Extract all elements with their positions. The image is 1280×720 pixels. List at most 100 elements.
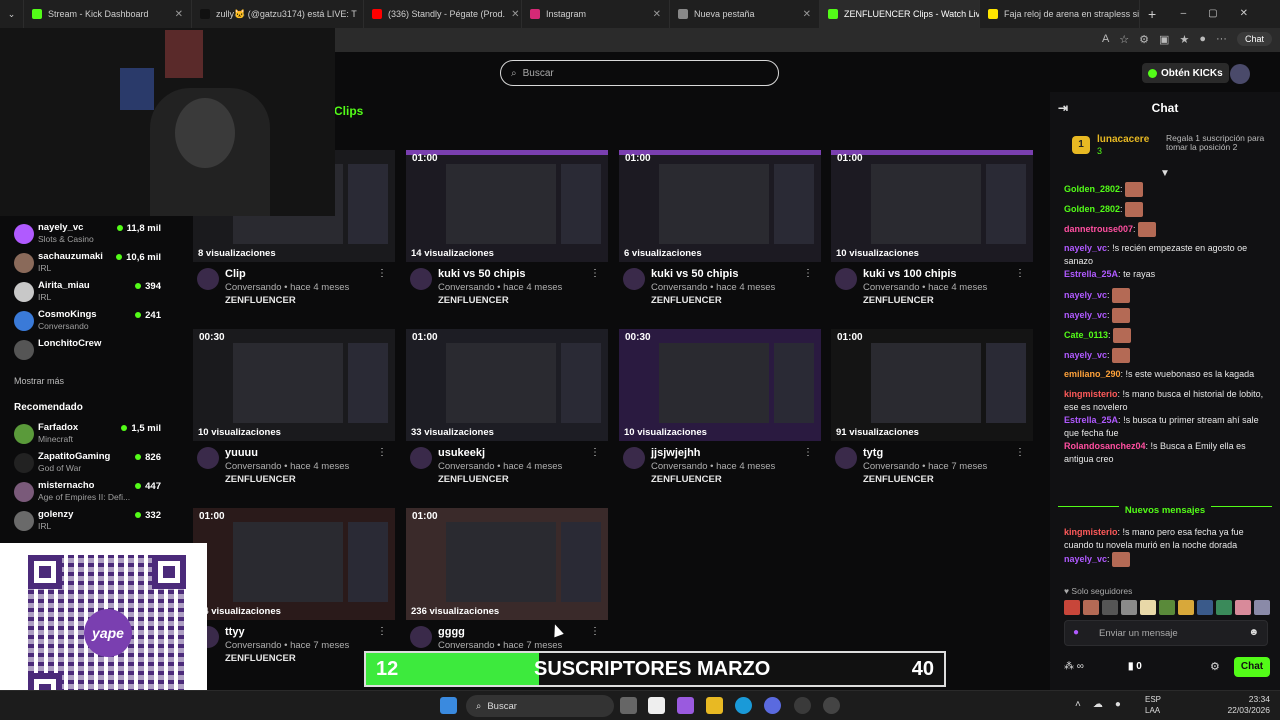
emote[interactable] [1235, 600, 1251, 615]
clip-channel[interactable]: ZENFLUENCER [863, 474, 934, 485]
emote[interactable] [1216, 600, 1232, 615]
avatar[interactable] [835, 447, 857, 469]
more-options-icon[interactable]: ⋮ [1015, 447, 1025, 458]
leader-name[interactable]: lunacacere [1097, 134, 1149, 145]
close-icon[interactable]: ✕ [511, 9, 519, 20]
chat-username[interactable]: Cate_0113 [1064, 330, 1108, 340]
emote[interactable] [1083, 600, 1099, 615]
emote[interactable] [1140, 600, 1156, 615]
more-options-icon[interactable]: ⋮ [377, 626, 387, 637]
more-options-icon[interactable]: ⋮ [1015, 268, 1025, 279]
chat-username[interactable]: dannetrouse007 [1064, 224, 1133, 234]
clip-thumbnail[interactable]: 01:00 236 visualizaciones [406, 508, 608, 620]
clip-title[interactable]: ttyy [225, 626, 245, 638]
microphone-icon[interactable]: ● [1115, 699, 1121, 710]
copilot-chat-button[interactable]: Chat [1236, 32, 1272, 46]
discord-icon[interactable] [764, 697, 781, 714]
chat-input[interactable]: ● Enviar un mensaje ☻ [1064, 620, 1268, 646]
avatar[interactable] [623, 268, 645, 290]
chat-username[interactable]: Rolandosanchez04 [1064, 441, 1146, 451]
collapse-chat-icon[interactable]: ⇥ [1058, 92, 1068, 124]
clip-title[interactable]: tytg [863, 447, 883, 459]
close-icon[interactable]: ✕ [653, 9, 661, 20]
clip-title[interactable]: yuuuu [225, 447, 258, 459]
taskbar-search[interactable]: ⌕ Buscar [466, 695, 614, 717]
read-aloud-icon[interactable]: A [1102, 33, 1109, 45]
clip-title[interactable]: gggg [438, 626, 465, 638]
copilot-icon[interactable] [677, 697, 694, 714]
clip-card[interactable]: 01:00 33 visualizaciones usukeekj Conversan… [406, 329, 608, 485]
chevron-down-icon[interactable]: ▼ [1160, 168, 1170, 179]
clip-card[interactable]: 00:30 10 visualizaciones jjsjwjejhh Convers… [619, 329, 821, 485]
sidebar-channel[interactable]: nayely_vc Slots & Casino 11,8 mil [14, 222, 164, 248]
clip-channel[interactable]: ZENFLUENCER [651, 295, 722, 306]
windows-start-icon[interactable] [440, 697, 457, 714]
chat-username[interactable]: nayely_vc [1064, 350, 1107, 360]
clip-channel[interactable]: ZENFLUENCER [438, 474, 509, 485]
obs-icon[interactable] [823, 697, 840, 714]
browser-tab[interactable]: ZENFLUENCER Clips - Watch Live✕ [820, 0, 980, 28]
avatar[interactable] [410, 626, 432, 648]
clip-thumbnail[interactable]: 01:00 91 visualizaciones [831, 329, 1033, 441]
more-options-icon[interactable]: ⋮ [377, 268, 387, 279]
chat-username[interactable]: nayely_vc [1064, 290, 1107, 300]
browser-tab[interactable]: Stream - Kick Dashboard ✕ [24, 0, 192, 28]
avatar[interactable] [197, 447, 219, 469]
search-input[interactable]: ⌕ Buscar [500, 60, 779, 86]
browser-tab[interactable]: Nueva pestaña ✕ [670, 0, 820, 28]
clip-channel[interactable]: ZENFLUENCER [225, 653, 296, 664]
sidebar-channel[interactable]: LonchitoCrew [14, 338, 164, 364]
edge-icon[interactable] [735, 697, 752, 714]
sidebar-channel[interactable]: sachauzumaki IRL 10,6 mil [14, 251, 164, 277]
channel-points-icon[interactable]: ⁂ ∞ [1064, 661, 1084, 672]
input-language[interactable]: ESP LAA [1145, 694, 1161, 716]
avatar[interactable] [410, 447, 432, 469]
app-icon[interactable] [794, 697, 811, 714]
gift-sub-prompt[interactable]: Regala 1 suscripción para tomar la posic… [1166, 134, 1276, 152]
profile-icon[interactable]: ● [1199, 33, 1206, 45]
more-options-icon[interactable]: ⋮ [590, 268, 600, 279]
emote[interactable] [1159, 600, 1175, 615]
browser-tab[interactable]: (336) Standly - Pégate (Prod. ✕ [364, 0, 522, 28]
clip-channel[interactable]: ZENFLUENCER [225, 474, 296, 485]
extensions-icon[interactable]: ⚙ [1139, 33, 1149, 46]
clip-title[interactable]: usukeekj [438, 447, 485, 459]
emote[interactable] [1197, 600, 1213, 615]
sidebar-channel[interactable]: ZapatitoGaming God of War 826 [14, 451, 164, 477]
clip-card[interactable]: 01:00 54 visualizaciones ttyy Conversando •… [193, 508, 395, 664]
clip-card[interactable]: 01:00 91 visualizaciones tytg Conversando •… [831, 329, 1033, 485]
chat-username[interactable]: Golden_2802 [1064, 204, 1120, 214]
emote[interactable] [1064, 600, 1080, 615]
chat-username[interactable]: nayely_vc [1064, 554, 1107, 564]
system-tray[interactable]: ˄ ☁ ● [1075, 699, 1121, 710]
new-messages-divider[interactable]: Nuevos mensajes [1058, 505, 1272, 518]
clip-channel[interactable]: ZENFLUENCER [438, 295, 509, 306]
collections-icon[interactable]: ▣ [1159, 33, 1169, 46]
emote[interactable] [1102, 600, 1118, 615]
emoji-icon[interactable]: ☻ [1248, 627, 1259, 638]
clip-channel[interactable]: ZENFLUENCER [225, 295, 296, 306]
tab-list-button[interactable]: ⌄ [0, 0, 24, 28]
microphone-icon[interactable]: ● [1073, 627, 1079, 638]
clip-title[interactable]: Clip [225, 268, 246, 280]
clip-card[interactable]: 01:00 6 visualizaciones kuki vs 50 chipis C… [619, 150, 821, 306]
chat-username[interactable]: Estrella_25A [1064, 269, 1118, 279]
new-tab-button[interactable]: + [1140, 0, 1164, 28]
clip-thumbnail[interactable]: 00:30 10 visualizaciones [193, 329, 395, 441]
clip-title[interactable]: jjsjwjejhh [651, 447, 701, 459]
cloud-icon[interactable]: ☁ [1093, 699, 1103, 710]
clip-thumbnail[interactable]: 01:00 33 visualizaciones [406, 329, 608, 441]
more-options-icon[interactable]: ⋮ [590, 447, 600, 458]
sidebar-channel[interactable]: CosmoKings Conversando 241 [14, 309, 164, 335]
clip-thumbnail[interactable]: 01:00 14 visualizaciones [406, 150, 608, 262]
sidebar-channel[interactable]: misternacho Age of Empires II: Defi... 447 [14, 480, 164, 506]
clip-title[interactable]: kuki vs 50 chipis [438, 268, 525, 280]
more-options-icon[interactable]: ⋮ [377, 447, 387, 458]
clip-channel[interactable]: ZENFLUENCER [651, 474, 722, 485]
more-options-icon[interactable]: ⋮ [590, 626, 600, 637]
favorites-bar-icon[interactable]: ★ [1179, 33, 1189, 46]
avatar[interactable] [623, 447, 645, 469]
clip-title[interactable]: kuki vs 50 chipis [651, 268, 738, 280]
clip-title[interactable]: kuki vs 100 chipis [863, 268, 957, 280]
tab-clips[interactable]: Clips [334, 104, 363, 118]
